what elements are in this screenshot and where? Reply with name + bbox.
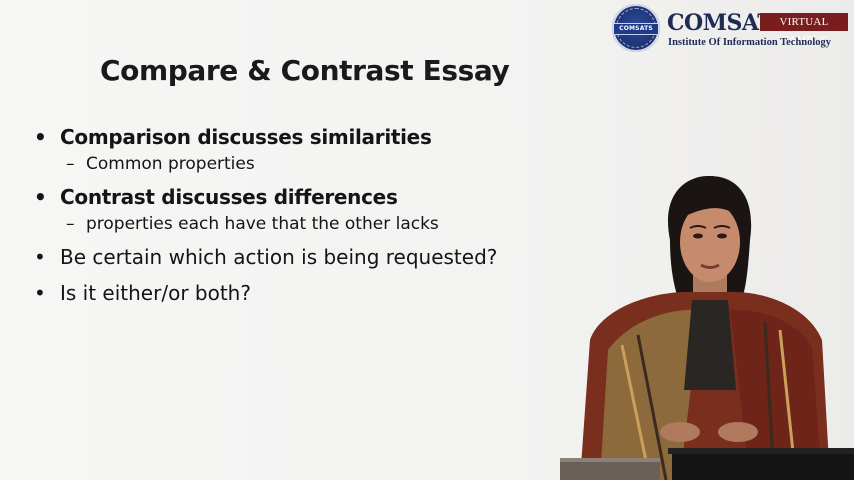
sub-bullet-text: Common properties [86, 154, 255, 174]
bullet-icon: • [34, 125, 47, 149]
slide-title: Compare & Contrast Essay [100, 54, 510, 87]
presenter-figure-icon [560, 170, 854, 480]
seal-text: COMSATS [619, 25, 653, 32]
bullet-list: • Comparison discusses similarities – Co… [34, 122, 554, 308]
bullet-text: Be certain which action is being request… [60, 245, 498, 269]
bullet-text: Contrast discusses differences [60, 185, 398, 209]
dash-icon: – [66, 154, 75, 174]
bullet-icon: • [34, 281, 46, 305]
comsats-seal-icon: COMSATS [612, 4, 660, 52]
bullet-item: • Be certain which action is being reque… [34, 242, 554, 272]
sub-bullet-text: properties each have that the other lack… [86, 214, 439, 234]
logo-subtitle: Institute Of Information Technology [668, 37, 832, 48]
bullet-text: Is it either/or both? [60, 281, 251, 305]
sub-bullet-item: – Common properties [34, 152, 554, 176]
bullet-item: • Comparison discusses similarities [34, 122, 554, 152]
bullet-text: Comparison discusses similarities [60, 125, 432, 149]
dash-icon: – [66, 214, 75, 234]
bullet-icon: • [34, 245, 46, 269]
comsats-logo: COMSATS COMSATS VIRTUAL CAMPUS Institute… [612, 4, 850, 56]
logo-badge: VIRTUAL CAMPUS [760, 13, 848, 46]
bullet-item: • Is it either/or both? [34, 278, 554, 308]
sub-bullet-item: – properties each have that the other la… [34, 212, 554, 236]
bullet-item: • Contrast discusses differences [34, 182, 554, 212]
bullet-icon: • [34, 185, 47, 209]
lecture-frame: COMSATS COMSATS VIRTUAL CAMPUS Institute… [0, 0, 854, 480]
